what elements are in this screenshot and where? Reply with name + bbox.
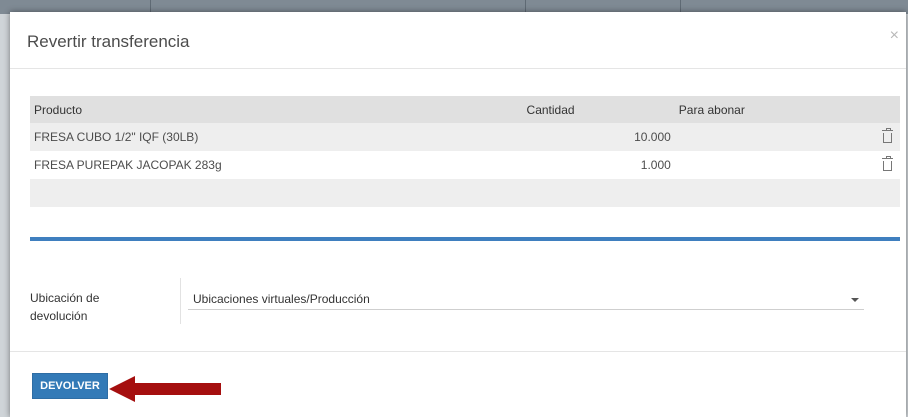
return-location-label-line1: Ubicación de [30, 291, 100, 305]
product-quantity: 1.000 [522, 151, 675, 179]
section-separator-bar [30, 237, 900, 241]
product-name: FRESA PUREPAK JACOPAK 283g [30, 151, 523, 179]
arrow-left-icon [109, 376, 221, 402]
product-quantity: 10.000 [522, 123, 675, 151]
table-empty-row [30, 179, 900, 207]
table-row[interactable]: FRESA CUBO 1/2" IQF (30LB) 10.000 [30, 123, 900, 151]
products-table: Producto Cantidad Para abonar FRESA CUBO… [30, 96, 900, 207]
column-header-para-abonar: Para abonar [674, 96, 847, 123]
para-abonar-cell[interactable] [674, 151, 847, 179]
table-header-row: Producto Cantidad Para abonar [30, 96, 900, 123]
devolver-button[interactable]: DEVOLVER [32, 373, 108, 399]
return-location-label: Ubicación de devolución [30, 289, 150, 325]
return-location-value: Ubicaciones virtuales/Producción [193, 292, 370, 306]
chevron-down-icon[interactable] [851, 298, 859, 302]
return-location-select[interactable]: Ubicaciones virtuales/Producción [188, 287, 864, 310]
return-location-label-line2: devolución [30, 309, 88, 323]
modal-header: Revertir transferencia × [10, 12, 906, 69]
trash-icon[interactable] [882, 155, 893, 171]
column-header-cantidad: Cantidad [522, 96, 675, 123]
close-icon[interactable]: × [890, 28, 899, 44]
field-divider [180, 278, 181, 324]
column-header-producto: Producto [30, 96, 523, 123]
trash-icon[interactable] [882, 127, 893, 143]
revert-transfer-modal: Revertir transferencia × Producto Cantid… [10, 12, 906, 417]
product-name: FRESA CUBO 1/2" IQF (30LB) [30, 123, 523, 151]
table-row[interactable]: FRESA PUREPAK JACOPAK 283g 1.000 [30, 151, 900, 179]
footer-divider [10, 351, 906, 352]
modal-title: Revertir transferencia [27, 32, 190, 51]
para-abonar-cell[interactable] [674, 123, 847, 151]
column-header-actions [846, 96, 900, 123]
